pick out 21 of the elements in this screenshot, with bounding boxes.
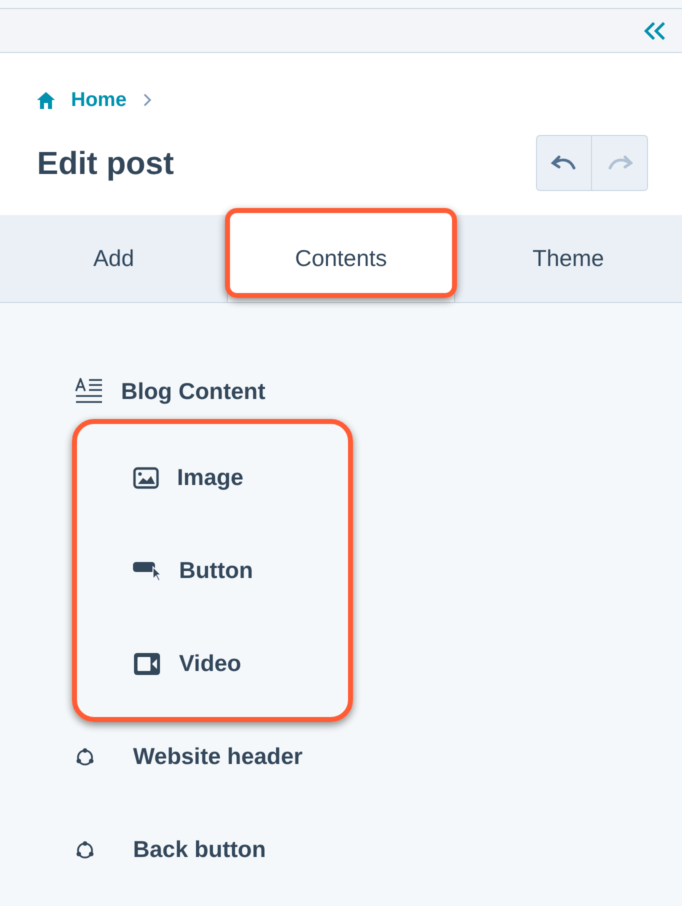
breadcrumb-link[interactable]: Home — [71, 85, 127, 115]
list-item[interactable]: Video — [0, 617, 248, 710]
button-cursor-icon — [133, 560, 161, 582]
list-item[interactable]: Image — [0, 431, 250, 524]
page-title: Edit post — [37, 144, 174, 182]
home-icon — [37, 92, 55, 108]
image-icon — [133, 466, 159, 488]
list-item[interactable]: Back button — [0, 803, 272, 896]
list-item[interactable]: Blog Content — [0, 351, 272, 431]
module-icon — [75, 746, 95, 766]
collapse-icon[interactable] — [644, 20, 666, 40]
list-item[interactable]: Button — [0, 524, 260, 617]
video-camera-icon — [133, 652, 161, 676]
module-icon — [75, 840, 95, 860]
text-lines-icon — [75, 378, 103, 404]
tab[interactable]: Theme — [454, 215, 682, 302]
list-item[interactable]: Website header — [0, 710, 309, 803]
tab[interactable]: Add — [0, 215, 228, 302]
tab[interactable]: Contents — [227, 215, 455, 302]
chevron-right-icon — [142, 93, 152, 107]
undo-button[interactable] — [536, 135, 592, 191]
